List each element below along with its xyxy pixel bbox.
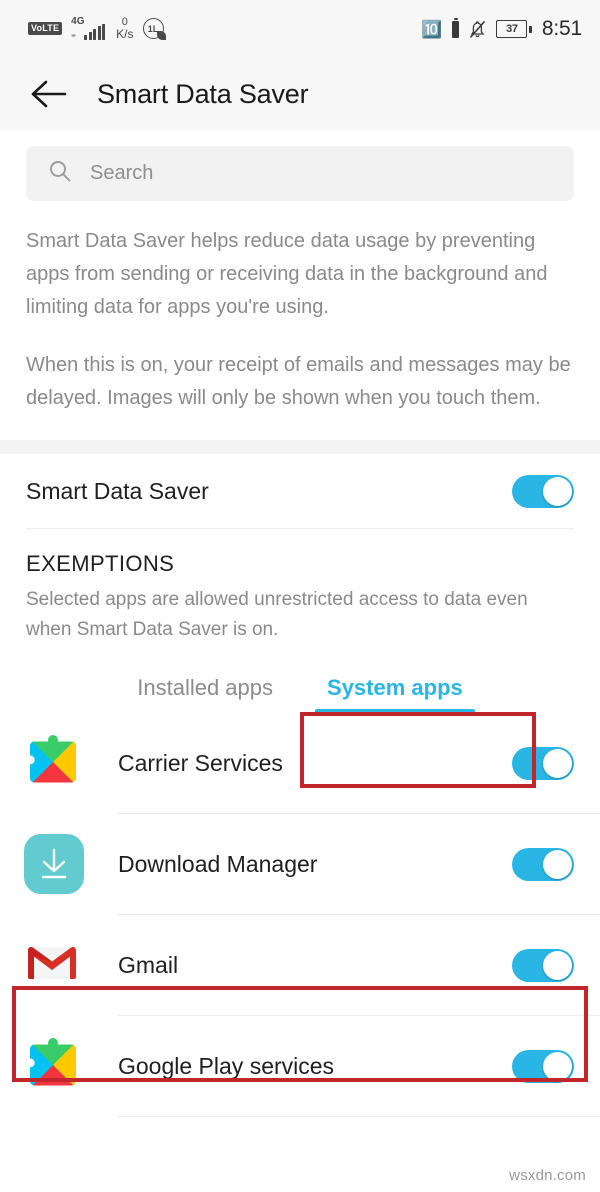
app-toggle-carrier-services[interactable] <box>512 746 574 780</box>
exemptions-heading: EXEMPTIONS <box>26 551 175 576</box>
google-play-services-puzzle-icon <box>24 733 84 793</box>
section-divider <box>0 440 600 454</box>
app-name: Google Play services <box>118 1052 335 1079</box>
status-bar-clock: 8:51 <box>541 17 582 40</box>
tab-installed-apps[interactable]: Installed apps <box>133 667 277 713</box>
search-input[interactable] <box>90 162 552 185</box>
gmail-icon <box>24 935 84 995</box>
back-arrow-icon[interactable] <box>28 73 70 115</box>
app-name: Download Manager <box>118 850 318 877</box>
data-limit-icon: 1L <box>142 18 166 41</box>
battery-level-label: 37 <box>496 20 528 38</box>
volte-badge: VoLTE <box>28 22 63 36</box>
description-section: Smart Data Saver helps reduce data usage… <box>0 219 600 415</box>
signal-dots: ▪▪ <box>71 30 76 40</box>
status-bar: VoLTE 4G ▪▪ 0 K/s 1L 🔟 37 8:51 <box>0 0 600 58</box>
search-section <box>0 130 600 219</box>
app-name: Gmail <box>118 951 179 978</box>
tab-system-apps[interactable]: System apps <box>315 667 475 713</box>
gmail-envelope <box>24 935 80 991</box>
app-name: Carrier Services <box>118 749 283 776</box>
app-row-carrier-services[interactable]: Carrier Services <box>0 713 600 813</box>
app-toggle-gmail[interactable] <box>512 948 574 982</box>
network-type-label: 4G <box>71 15 85 27</box>
app-row-download-manager[interactable]: Download Manager <box>0 814 600 914</box>
bluetooth-battery-icon <box>452 18 460 38</box>
app-toggle-download-manager[interactable] <box>512 847 574 881</box>
status-bar-right: 🔟 37 8:51 <box>421 17 582 41</box>
toggle-knob <box>543 849 572 879</box>
page-title: Smart Data Saver <box>97 78 309 109</box>
exemptions-tabs: Installed apps System apps <box>26 667 574 713</box>
network-speed-unit: K/s <box>116 27 134 42</box>
toggle-knob <box>543 748 572 778</box>
exemptions-section: EXEMPTIONS Selected apps are allowed unr… <box>0 529 600 713</box>
battery-tip <box>528 25 532 33</box>
download-manager-icon <box>24 834 84 894</box>
network-speed-indicator: 0 K/s <box>116 16 134 42</box>
smart-data-saver-row[interactable]: Smart Data Saver <box>0 454 600 528</box>
toggle-knob <box>543 476 572 506</box>
bluetooth-icon: 🔟 <box>421 19 443 39</box>
exemptions-description: Selected apps are allowed unrestricted a… <box>26 589 528 640</box>
signal-bar-group <box>84 23 106 40</box>
download-icon-tile <box>24 834 84 894</box>
status-bar-left: VoLTE 4G ▪▪ 0 K/s 1L <box>28 15 166 42</box>
signal-bars-icon: 4G ▪▪ <box>71 15 106 40</box>
app-bar: Smart Data Saver <box>0 58 600 130</box>
app-row-google-play-services[interactable]: Google Play services <box>0 1016 600 1116</box>
search-box[interactable] <box>26 146 574 201</box>
toggle-knob <box>543 950 572 980</box>
description-paragraph-2: When this is on, your receipt of emails … <box>26 354 571 409</box>
app-row-divider <box>118 1116 600 1117</box>
search-icon <box>48 159 72 188</box>
description-paragraph-1: Smart Data Saver helps reduce data usage… <box>26 230 548 318</box>
app-list: Carrier Services Download Manager Gmail … <box>0 713 600 1117</box>
app-toggle-google-play-services[interactable] <box>512 1049 574 1083</box>
watermark: wsxdn.com <box>509 1167 586 1184</box>
notifications-off-icon <box>469 20 486 39</box>
smart-data-saver-toggle[interactable] <box>512 474 574 508</box>
phone-screen: VoLTE 4G ▪▪ 0 K/s 1L 🔟 37 8:51 Smart Dat… <box>0 0 600 1192</box>
battery-icon: 37 <box>496 20 532 38</box>
google-play-services-puzzle-icon <box>24 1036 84 1096</box>
app-row-gmail[interactable]: Gmail <box>0 915 600 1015</box>
smart-data-saver-label: Smart Data Saver <box>26 477 209 504</box>
toggle-knob <box>543 1051 572 1081</box>
